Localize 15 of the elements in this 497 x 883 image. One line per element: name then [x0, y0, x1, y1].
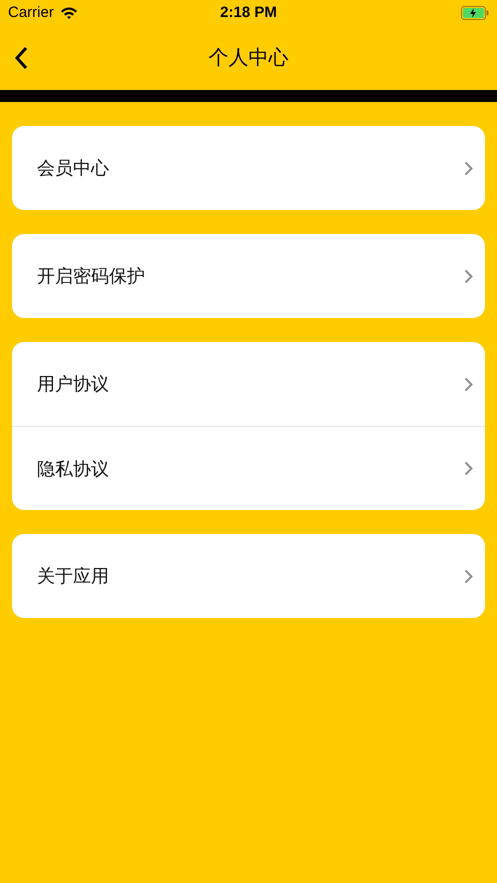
battery-charging-icon — [461, 6, 489, 20]
chevron-right-icon — [464, 461, 473, 476]
menu-item[interactable]: 关于应用 — [12, 534, 485, 618]
menu-item[interactable]: 用户协议 — [12, 342, 485, 426]
menu-item[interactable]: 隐私协议 — [12, 426, 485, 510]
wifi-icon — [60, 6, 78, 20]
chevron-right-icon — [464, 160, 473, 176]
chevron-right-icon — [464, 568, 473, 584]
menu-item[interactable]: 会员中心 — [12, 126, 485, 210]
status-time: 2:18 PM — [220, 4, 277, 21]
chevron-right-icon — [464, 376, 473, 392]
menu-item[interactable]: 开启密码保护 — [12, 234, 485, 318]
page-title: 个人中心 — [208, 44, 288, 71]
chevron-right-icon — [464, 268, 473, 284]
carrier-label: Carrier — [8, 4, 54, 21]
